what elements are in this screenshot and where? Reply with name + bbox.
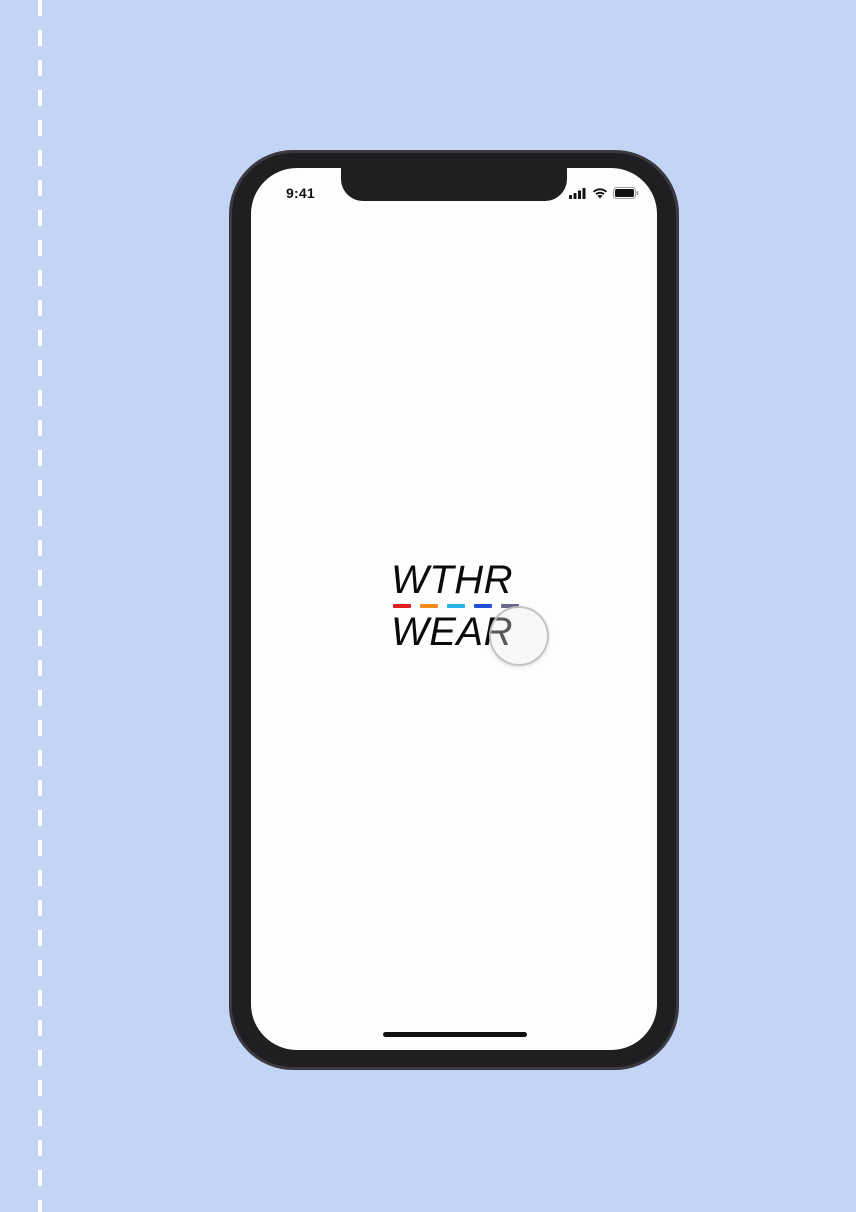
logo-bar-blue	[474, 604, 492, 608]
dashed-guide-line	[38, 0, 42, 1212]
phone-frame: 9:41 WTHR WEAR	[229, 150, 679, 1070]
battery-icon	[613, 186, 639, 204]
logo-text-wthr: WTHR	[391, 558, 513, 602]
logo-bar-light-blue	[447, 604, 465, 608]
home-indicator[interactable]	[383, 1032, 527, 1037]
device-notch	[341, 168, 567, 201]
wifi-icon	[592, 186, 608, 204]
status-icons	[569, 186, 639, 204]
cellular-signal-icon	[569, 186, 587, 204]
logo-bar-orange	[420, 604, 438, 608]
touch-indicator	[489, 606, 549, 666]
status-time: 9:41	[286, 185, 315, 201]
logo-bar-red	[393, 604, 411, 608]
app-screen: 9:41 WTHR WEAR	[251, 168, 657, 1050]
